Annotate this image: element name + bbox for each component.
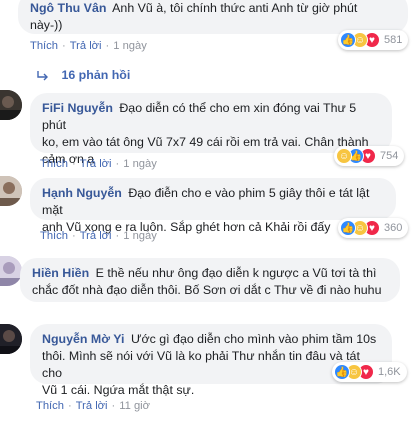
avatar[interactable] [0, 256, 22, 286]
comment-bubble: Hạnh Nguyễn Đạo điễn cho e vào phim 5 gi… [30, 178, 396, 234]
reaction-summary[interactable]: 👍 ☺ ♥ 581 [338, 30, 409, 50]
reaction-count: 360 [384, 222, 403, 234]
like-reaction-icon: 👍 [334, 364, 350, 380]
reaction-summary[interactable]: ☺ 👍 ♥ 754 [334, 146, 405, 166]
like-link[interactable]: Thích [30, 40, 58, 52]
reply-link[interactable]: Trả lời [80, 158, 112, 170]
comment-text-line: chắc đốt nhà đạo diễn thôi. Bố Sơn ơi dắ… [32, 283, 382, 297]
comment-author[interactable]: FiFi Nguyễn [42, 101, 113, 115]
avatar[interactable] [0, 324, 22, 354]
view-replies-link[interactable]: 16 phản hồi [36, 68, 130, 82]
comment-author[interactable]: Nguyễn Mờ Yi [42, 332, 124, 346]
haha-reaction-icon: ☺ [336, 148, 352, 164]
comment-text-line: E thề nếu như ông đạo diễn k ngược a Vũ … [95, 266, 377, 280]
comment-time[interactable]: 11 giờ [119, 400, 150, 412]
replies-count-label: 16 phản hồi [61, 68, 131, 82]
comment-text-line: Anh Vũ à, tôi chính thức anti Anh từ giờ… [112, 1, 358, 15]
comment-actions: Thích · Trả lời · 1 ngày [30, 40, 147, 52]
comment-actions: Thích · Trả lời · 1 ngày [40, 230, 157, 242]
comment-bubble: Ngô Thu Vân Anh Vũ à, tôi chính thức ant… [18, 0, 408, 34]
comment-actions: Thích · Trả lời · 1 ngày [40, 158, 157, 170]
comment-text-line: này-)) [30, 18, 63, 32]
reply-link[interactable]: Trả lời [76, 400, 108, 412]
comment-actions: Thích · Trả lời · 11 giờ [36, 400, 150, 412]
comment-text-line: ko, em vào tát ông Vũ 7x7 49 cái rồi em … [42, 135, 369, 149]
avatar[interactable] [0, 90, 22, 120]
comment-author[interactable]: Hạnh Nguyễn [42, 186, 122, 200]
comment-time[interactable]: 1 ngày [123, 230, 157, 242]
reaction-count: 1,6K [378, 366, 401, 378]
comment-text-line: Ước gì đạo diễn cho mình vào phim tầm 10… [130, 332, 377, 346]
comment-author[interactable]: Ngô Thu Vân [30, 1, 106, 15]
comment-bubble: FiFi Nguyễn Đạo diễn có thể cho em xin đ… [30, 93, 392, 166]
like-link[interactable]: Thích [40, 230, 68, 242]
like-reaction-icon: 👍 [340, 32, 356, 48]
comment-author[interactable]: Hiền Hiền [32, 266, 89, 280]
like-reaction-icon: 👍 [340, 220, 356, 236]
comment-time[interactable]: 1 ngày [123, 158, 157, 170]
like-link[interactable]: Thích [36, 400, 64, 412]
reaction-summary[interactable]: 👍 ☺ ♥ 1,6K [332, 362, 407, 382]
comment-text-line: Vũ 1 cái. Ngứa mắt thật sự. [42, 383, 195, 397]
comment-bubble: Hiền Hiền E thề nếu như ông đạo diễn k n… [20, 258, 400, 302]
reaction-count: 581 [384, 34, 403, 46]
reply-link[interactable]: Trả lời [80, 230, 112, 242]
reply-link[interactable]: Trả lời [70, 40, 102, 52]
reaction-count: 754 [380, 150, 399, 162]
like-link[interactable]: Thích [40, 158, 68, 170]
avatar[interactable] [0, 176, 22, 206]
reaction-summary[interactable]: 👍 ☺ ♥ 360 [338, 218, 409, 238]
comment-time[interactable]: 1 ngày [113, 40, 147, 52]
comment-text-line: thôi. Mình sẽ nói với Vũ là ko phải Thư … [42, 349, 360, 380]
reply-arrow-icon [37, 70, 48, 81]
